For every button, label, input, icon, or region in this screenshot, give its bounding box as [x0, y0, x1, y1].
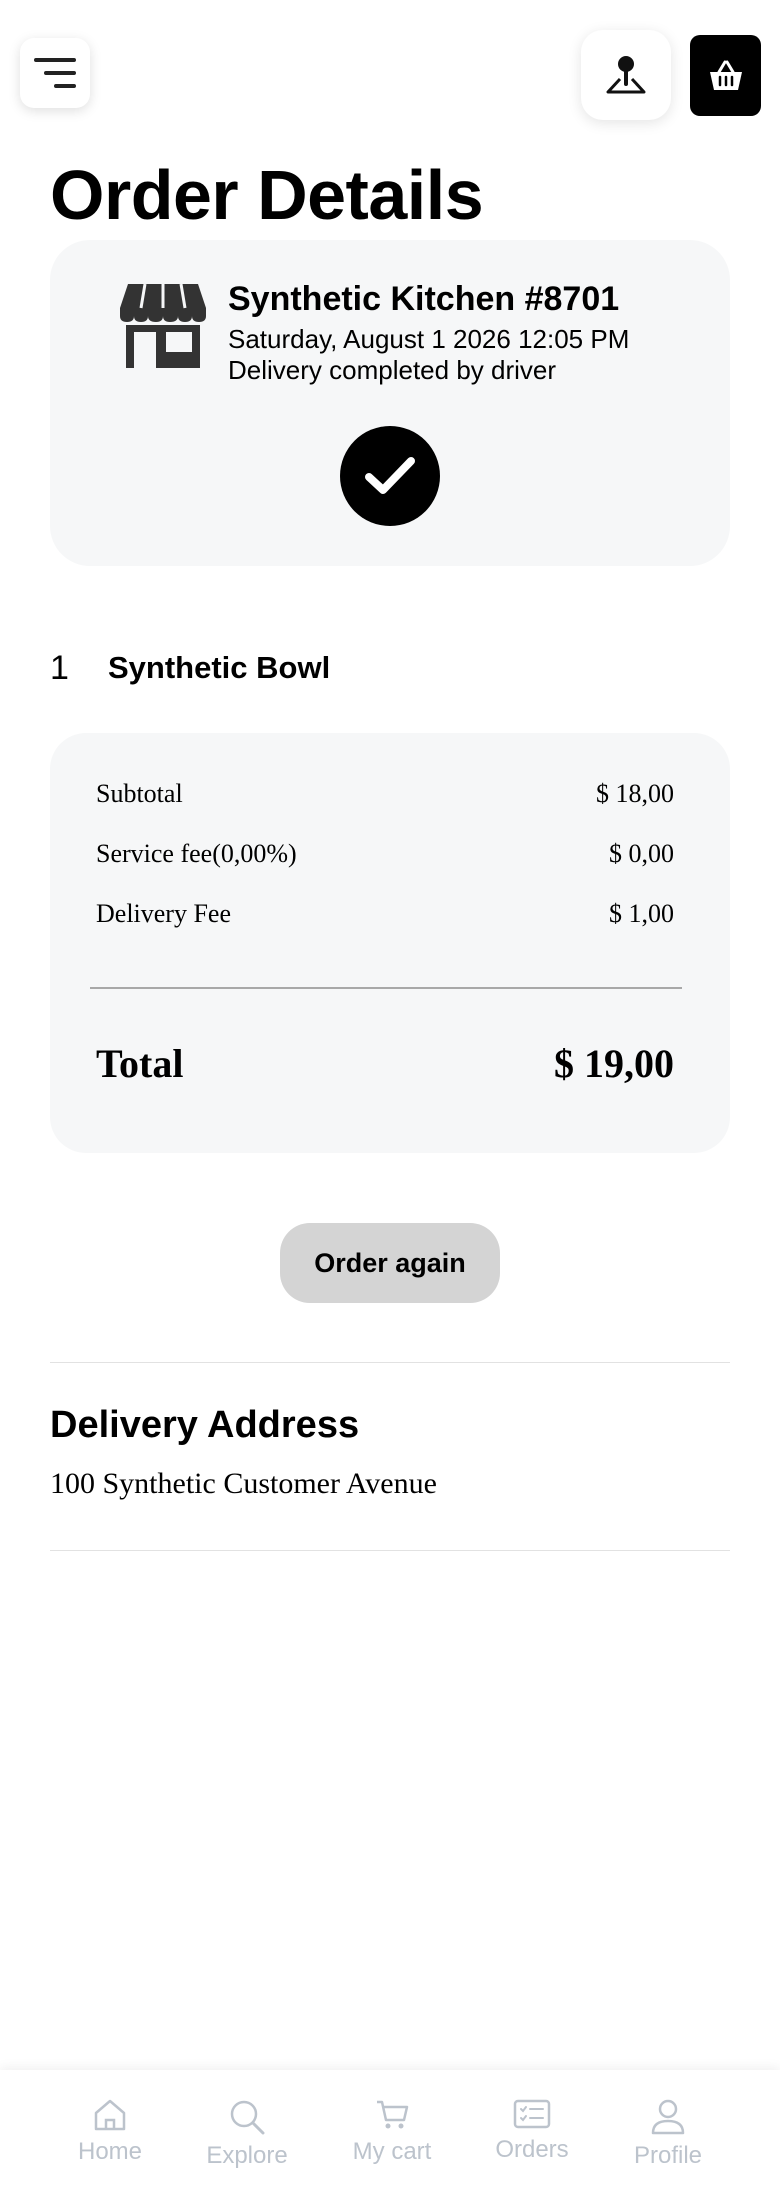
delivery-status: Delivery completed by driver [228, 355, 557, 385]
item-name: Synthetic Bowl [108, 650, 331, 685]
delivery-fee-label: Delivery Fee [96, 899, 232, 928]
subtotal-label: Subtotal [96, 779, 183, 808]
divider [90, 987, 682, 989]
divider [50, 1550, 730, 1551]
delivery-fee-row: Delivery Fee $ 1,00 [96, 897, 674, 931]
menu-button[interactable] [20, 38, 90, 108]
orders-icon [513, 2099, 551, 2129]
nav-item-orders[interactable]: Orders [477, 2098, 587, 2178]
subtotal-row: Subtotal $ 18,00 [96, 777, 674, 811]
delivery-address-text: 100 Synthetic Customer Avenue [50, 1467, 437, 1500]
nav-item-profile[interactable]: Profile [613, 2098, 723, 2178]
cart-icon [377, 2100, 409, 2129]
total-label: Total [96, 1041, 184, 1086]
nav-label: Orders [495, 2136, 569, 2163]
order-again-button[interactable]: Order again [280, 1223, 500, 1303]
nav-label: Explore [206, 2142, 288, 2169]
item-quantity: 1 [50, 649, 69, 687]
bottom-nav: Home Explore My cart Orders Profile [0, 2070, 780, 2200]
home-icon [94, 2099, 126, 2131]
delivery-fee-value: $ 1,00 [609, 899, 674, 928]
nav-label: Profile [633, 2142, 703, 2169]
nav-item-explore[interactable]: Explore [192, 2098, 302, 2178]
total-row: Total $ 19,00 [96, 1039, 674, 1089]
search-icon [230, 2100, 265, 2135]
location-button[interactable] [581, 30, 671, 120]
service-fee-label: Service fee(0,00%) [96, 839, 297, 868]
store-name: Synthetic Kitchen #8701 [228, 280, 620, 318]
nav-label: Home [77, 2138, 143, 2165]
delivery-address-title: Delivery Address [50, 1404, 360, 1446]
user-icon [651, 2099, 685, 2135]
service-fee-value: $ 0,00 [609, 839, 674, 868]
check-circle-icon [340, 426, 440, 526]
list-item: 1 Synthetic Bowl [50, 648, 730, 688]
location-pin-icon [606, 56, 646, 94]
total-value: $ 19,00 [554, 1041, 674, 1086]
basket-button[interactable] [690, 35, 761, 116]
divider [50, 1362, 730, 1363]
nav-item-home[interactable]: Home [55, 2098, 165, 2178]
menu-icon [34, 58, 76, 88]
nav-label: My cart [352, 2138, 432, 2165]
basket-icon [709, 60, 742, 90]
store-icon [120, 283, 206, 368]
subtotal-value: $ 18,00 [596, 779, 674, 808]
order-date: Saturday, August 1 2026 12:05 PM [228, 324, 630, 354]
page-title: Order Details [50, 156, 484, 234]
price-summary-card: Subtotal $ 18,00 Service fee(0,00%) $ 0,… [50, 733, 730, 1153]
store-card: Synthetic Kitchen #8701 Saturday, August… [50, 240, 730, 566]
nav-item-my-cart[interactable]: My cart [337, 2098, 447, 2178]
service-fee-row: Service fee(0,00%) $ 0,00 [96, 837, 674, 871]
